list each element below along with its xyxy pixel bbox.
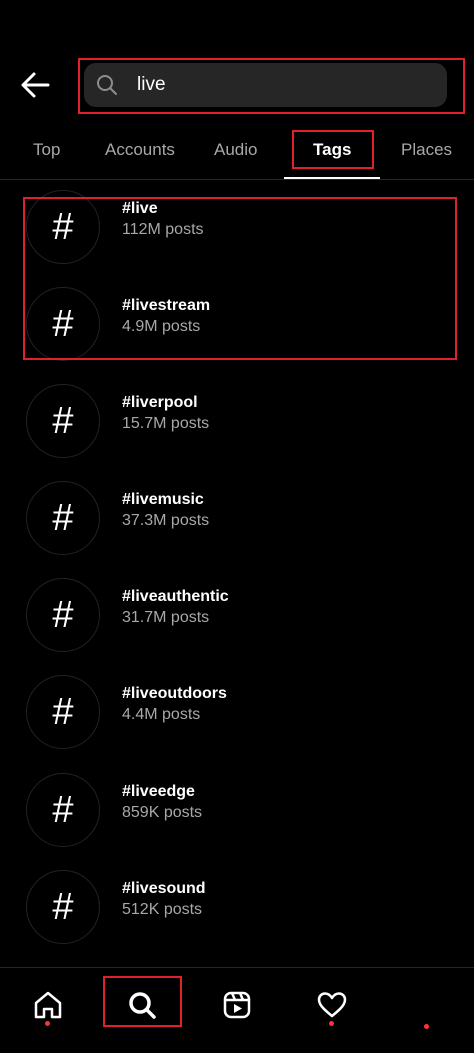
hashtag-icon: # <box>26 675 100 749</box>
tag-result-row[interactable]: # #liveauthentic 31.7M posts <box>0 578 474 675</box>
tag-name: #liveedge <box>122 783 195 800</box>
results-highlight-box <box>23 197 457 360</box>
activity-button[interactable] <box>312 985 352 1025</box>
tag-name: #liveauthentic <box>122 588 229 605</box>
tag-post-count: 15.7M posts <box>122 415 210 432</box>
tag-name: #livemusic <box>122 491 204 508</box>
reels-icon <box>223 991 251 1019</box>
reels-button[interactable] <box>217 985 257 1025</box>
hashtag-icon: # <box>26 384 100 458</box>
tag-result-row[interactable]: # #livemusic 37.3M posts <box>0 481 474 578</box>
back-button[interactable] <box>18 68 58 102</box>
notification-dot <box>45 1021 50 1026</box>
arrow-left-icon <box>21 72 50 98</box>
tab-audio[interactable]: Audio <box>214 140 257 160</box>
tag-post-count: 37.3M posts <box>122 512 210 529</box>
tag-post-count: 859K posts <box>122 804 203 821</box>
explore-highlight-box <box>103 976 182 1027</box>
tag-post-count: 31.7M posts <box>122 609 210 626</box>
notification-dot <box>329 1021 334 1026</box>
home-icon <box>34 991 62 1019</box>
tag-result-row[interactable]: # #livesound 512K posts <box>0 870 474 967</box>
tab-top[interactable]: Top <box>33 140 60 160</box>
hashtag-icon: # <box>26 481 100 555</box>
tag-name: #liverpool <box>122 394 198 411</box>
active-tab-indicator <box>284 177 380 179</box>
bottom-nav <box>0 967 474 1053</box>
heart-icon <box>317 992 347 1018</box>
tag-result-row[interactable]: # #liverpool 15.7M posts <box>0 384 474 481</box>
tag-post-count: 4.4M posts <box>122 706 201 723</box>
tab-accounts[interactable]: Accounts <box>105 140 175 160</box>
tag-result-row[interactable]: # #liveedge 859K posts <box>0 773 474 870</box>
tag-name: #livesound <box>122 880 206 897</box>
tag-result-row[interactable]: # #liveoutdoors 4.4M posts <box>0 675 474 772</box>
home-button[interactable] <box>28 985 68 1025</box>
hashtag-icon: # <box>26 870 100 944</box>
tags-tab-highlight-box <box>292 130 374 169</box>
tab-places[interactable]: Places <box>401 140 452 160</box>
hashtag-icon: # <box>26 773 100 847</box>
notification-dot <box>424 1024 429 1029</box>
tag-name: #liveoutdoors <box>122 685 227 702</box>
tab-bar: Top Accounts Audio Tags Places <box>0 128 474 180</box>
tag-post-count: 512K posts <box>122 901 203 918</box>
hashtag-icon: # <box>26 578 100 652</box>
search-highlight-box <box>78 58 465 114</box>
